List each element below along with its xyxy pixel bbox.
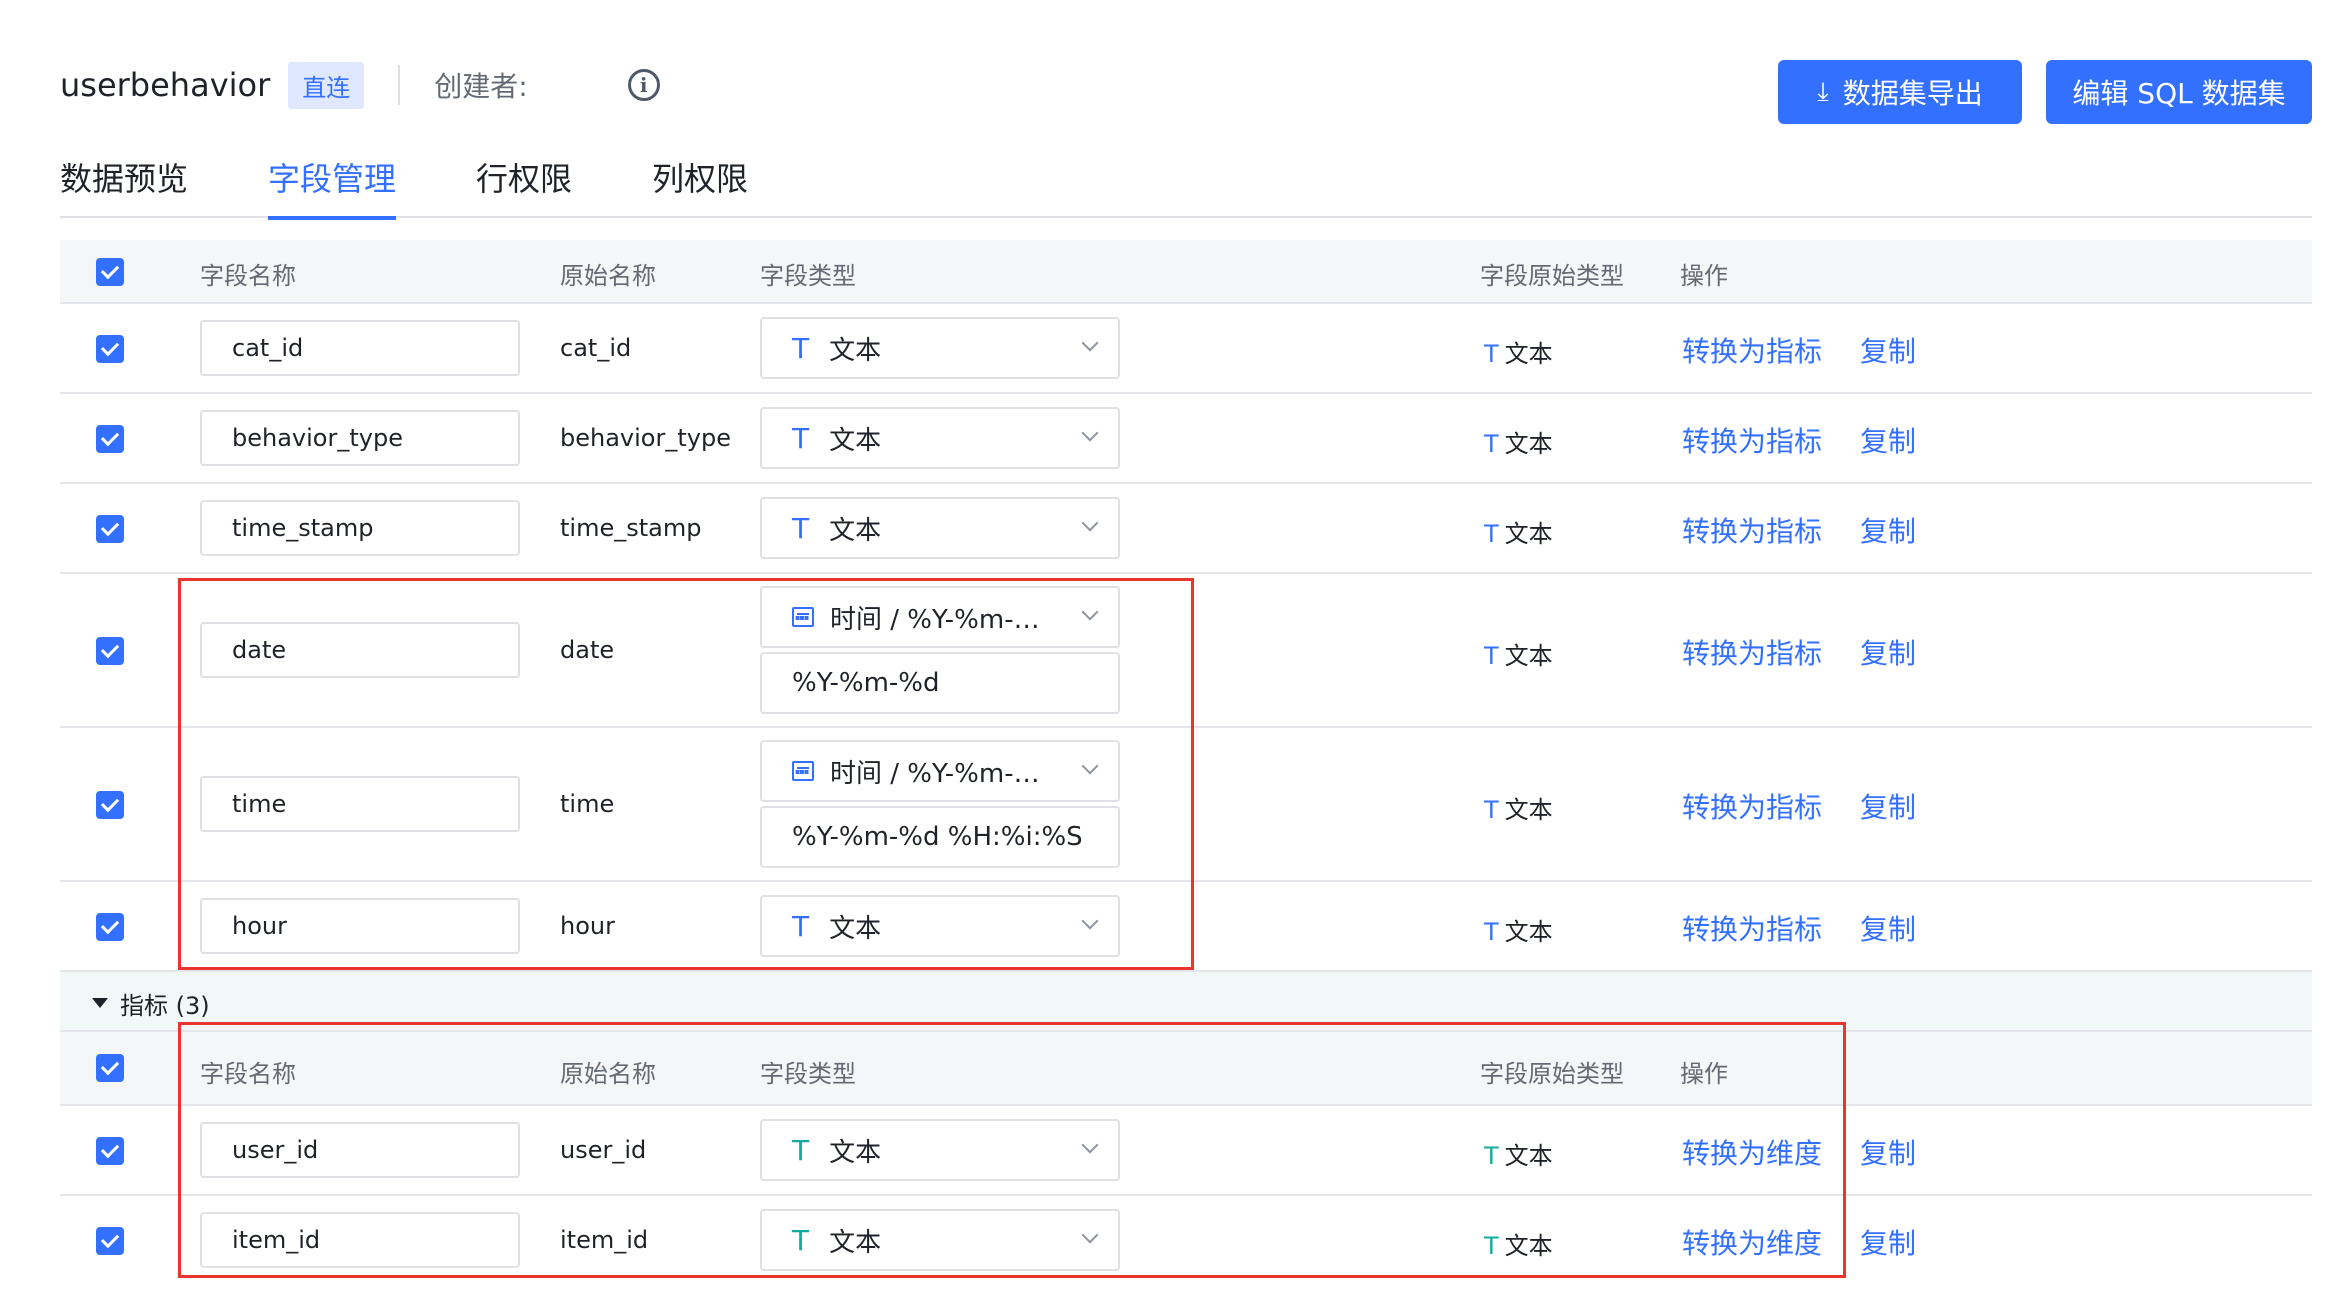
highlight-box-time-fields (178, 578, 1194, 970)
row-checkbox[interactable] (96, 515, 124, 543)
convert-to-metric-link[interactable]: 转换为指标 (1682, 330, 1822, 370)
convert-to-metric-link[interactable]: 转换为指标 (1682, 786, 1822, 826)
col-raw-type: 字段原始类型 (1480, 262, 1624, 290)
download-icon: ⤓ (1817, 76, 1829, 107)
copy-link[interactable]: 复制 (1860, 420, 1916, 460)
export-dataset-button[interactable]: ⤓ 数据集导出 (1778, 60, 2022, 124)
dataset-title: userbehavior (60, 66, 271, 104)
row-checkbox[interactable] (96, 335, 124, 363)
col-actions: 操作 (1680, 262, 1728, 290)
select-all-checkbox[interactable] (96, 258, 124, 286)
raw-type: T 文本 (1484, 636, 1553, 671)
raw-type: T 文本 (1484, 790, 1553, 825)
raw-type: T 文本 (1484, 424, 1553, 459)
tab-field-management[interactable]: 字段管理 (268, 150, 397, 220)
row-checkbox[interactable] (96, 1227, 124, 1255)
edit-sql-dataset-button[interactable]: 编辑 SQL 数据集 (2046, 60, 2312, 124)
raw-type-value: 文本 (1504, 642, 1553, 670)
highlight-box-metrics (178, 1022, 1846, 1278)
creator-label: 创建者: (434, 70, 528, 103)
text-type-icon: T (1484, 918, 1499, 946)
convert-to-metric-link[interactable]: 转换为指标 (1682, 632, 1822, 672)
field-type-value: 文本 (829, 425, 882, 456)
tab-data-preview[interactable]: 数据预览 (60, 150, 188, 218)
row-checkbox[interactable] (96, 637, 124, 665)
field-name-input[interactable]: time_stamp (200, 500, 520, 556)
copy-link[interactable]: 复制 (1860, 330, 1916, 370)
col-original-name: 原始名称 (560, 262, 656, 290)
tab-column-permission[interactable]: 列权限 (652, 150, 748, 218)
field-type-select[interactable]: T 文本 (760, 497, 1120, 559)
raw-type: T 文本 (1484, 334, 1553, 369)
text-type-icon: T (1484, 642, 1499, 670)
table-header: 字段名称 原始名称 字段类型 字段原始类型 操作 (60, 240, 2312, 304)
copy-link[interactable]: 复制 (1860, 1132, 1916, 1172)
text-type-icon: T (1484, 430, 1499, 458)
raw-type: T 文本 (1484, 912, 1553, 947)
chevron-down-icon (1081, 424, 1099, 442)
connection-badge: 直连 (288, 61, 365, 109)
raw-type-value: 文本 (1504, 340, 1553, 368)
row-checkbox[interactable] (96, 791, 124, 819)
raw-type-value: 文本 (1504, 430, 1553, 458)
select-all-metrics-checkbox[interactable] (96, 1054, 124, 1082)
export-dataset-label: 数据集导出 (1842, 77, 1983, 110)
chevron-down-icon (1081, 334, 1099, 352)
field-type-value: 文本 (829, 335, 882, 366)
field-name-input[interactable]: cat_id (200, 320, 520, 376)
table-row: time_stamp time_stamp T 文本 T 文本 转换为指标 复制 (60, 484, 2312, 574)
convert-to-metric-link[interactable]: 转换为指标 (1682, 908, 1822, 948)
chevron-down-icon (1081, 514, 1099, 532)
text-type-icon: T (1484, 520, 1499, 548)
convert-to-metric-link[interactable]: 转换为指标 (1682, 510, 1822, 550)
tab-row-permission[interactable]: 行权限 (476, 150, 572, 218)
text-type-icon: T (792, 331, 810, 365)
raw-type-value: 文本 (1504, 796, 1553, 824)
raw-type-value: 文本 (1504, 520, 1553, 548)
convert-to-metric-link[interactable]: 转换为指标 (1682, 420, 1822, 460)
row-checkbox[interactable] (96, 425, 124, 453)
raw-type-value: 文本 (1504, 918, 1553, 946)
table-row: cat_id cat_id T 文本 T 文本 转换为指标 复制 (60, 304, 2312, 394)
field-type-value: 文本 (829, 515, 882, 546)
row-checkbox[interactable] (96, 913, 124, 941)
col-field-name: 字段名称 (200, 262, 296, 290)
field-name-input[interactable]: behavior_type (200, 410, 520, 466)
original-name: cat_id (560, 334, 632, 362)
metric-group-title: 指标 (3) (120, 992, 210, 1020)
text-type-icon: T (792, 421, 810, 455)
header-divider (398, 65, 401, 105)
table-row: behavior_type behavior_type T 文本 T 文本 转换为… (60, 394, 2312, 484)
field-type-select[interactable]: T 文本 (760, 317, 1120, 379)
row-checkbox[interactable] (96, 1137, 124, 1165)
tab-bar: 数据预览 字段管理 行权限 列权限 (60, 150, 2312, 220)
info-icon[interactable]: i (627, 69, 660, 101)
col-field-type: 字段类型 (760, 262, 856, 290)
copy-link[interactable]: 复制 (1860, 1222, 1916, 1262)
text-type-icon: T (1484, 796, 1499, 824)
field-type-select[interactable]: T 文本 (760, 407, 1120, 469)
caret-down-icon[interactable] (92, 998, 108, 1008)
copy-link[interactable]: 复制 (1860, 632, 1916, 672)
copy-link[interactable]: 复制 (1860, 786, 1916, 826)
copy-link[interactable]: 复制 (1860, 510, 1916, 550)
original-name: time_stamp (560, 514, 702, 542)
text-type-icon: T (792, 511, 810, 545)
edit-sql-label: 编辑 SQL 数据集 (2072, 77, 2286, 110)
original-name: behavior_type (560, 424, 731, 452)
text-type-icon: T (1484, 340, 1499, 368)
raw-type: T 文本 (1484, 514, 1553, 549)
copy-link[interactable]: 复制 (1860, 908, 1916, 948)
dataset-header: userbehavior 直连 创建者: i (60, 60, 660, 110)
